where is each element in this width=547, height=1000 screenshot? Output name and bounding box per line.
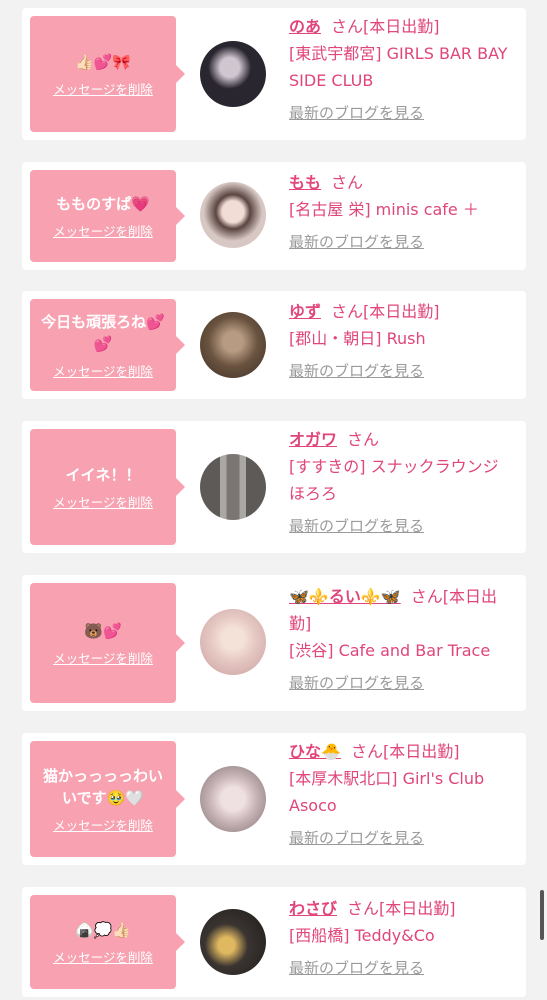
honorific: さん bbox=[331, 173, 364, 192]
name-line: オガワ さん bbox=[289, 426, 514, 453]
latest-blog-link[interactable]: 最新のブログを見る bbox=[289, 513, 514, 540]
cast-name-link[interactable]: のあ bbox=[289, 17, 321, 36]
cast-name-link[interactable]: わさび bbox=[289, 899, 337, 918]
avatar[interactable] bbox=[200, 909, 266, 975]
message-text: 🐻💕 bbox=[84, 621, 122, 640]
avatar[interactable] bbox=[200, 41, 266, 107]
list-item: もものすぱ💗 メッセージを削除 もも さん [名古屋 栄] minis cafe … bbox=[22, 162, 526, 270]
message-bubble: もものすぱ💗 メッセージを削除 bbox=[30, 170, 185, 262]
list-item: 猫かっっっっわい いです🥹🤍 メッセージを削除 ひな🐣 さん[本日出勤] [本厚木… bbox=[22, 733, 526, 865]
latest-blog-link[interactable]: 最新のブログを見る bbox=[289, 955, 514, 982]
list-item: 👍🏻💕🎀 メッセージを削除 のあ さん[本日出勤] [東武宇都宮] GIRLS B… bbox=[22, 8, 526, 140]
honorific: さん bbox=[410, 587, 443, 606]
message-bubble: 今日も頑張ろね💕 💕 メッセージを削除 bbox=[30, 299, 185, 391]
cast-name-link[interactable]: ゆず bbox=[289, 302, 321, 321]
message-bubble: 👍🏻💕🎀 メッセージを削除 bbox=[30, 16, 185, 132]
delete-message-link[interactable]: メッセージを削除 bbox=[53, 79, 153, 98]
delete-message-link[interactable]: メッセージを削除 bbox=[53, 361, 153, 380]
avatar-image bbox=[200, 182, 266, 248]
name-line: ゆず さん[本日出勤] bbox=[289, 298, 514, 325]
shop-text[interactable]: [本厚木駅北口] Girl's Club Asoco bbox=[289, 765, 514, 819]
cast-info: もも さん [名古屋 栄] minis cafe ＋ 最新のブログを見る bbox=[289, 169, 514, 256]
honorific: さん bbox=[347, 430, 380, 449]
status-text: [本日出勤] bbox=[363, 17, 440, 36]
cast-info: 🦋⚜️るい⚜️🦋 さん[本日出勤] [渋谷] Cafe and Bar Trace… bbox=[289, 583, 514, 697]
latest-blog-link[interactable]: 最新のブログを見る bbox=[289, 100, 514, 127]
message-text: 🍙💭👍🏻 bbox=[74, 920, 132, 939]
message-bubble: 猫かっっっっわい いです🥹🤍 メッセージを削除 bbox=[30, 741, 185, 857]
message-text: イイネ！！ bbox=[65, 465, 141, 484]
delete-message-link[interactable]: メッセージを削除 bbox=[53, 648, 153, 667]
list-item: 🍙💭👍🏻 メッセージを削除 わさび さん[本日出勤] [西船橋] Teddy&Co… bbox=[22, 887, 526, 997]
cast-info: オガワ さん [すすきの] スナックラウンジ ほろろ 最新のブログを見る bbox=[289, 426, 515, 540]
honorific: さん bbox=[350, 742, 383, 761]
latest-blog-link[interactable]: 最新のブログを見る bbox=[289, 670, 514, 697]
delete-message-link[interactable]: メッセージを削除 bbox=[53, 815, 153, 834]
name-line: ひな🐣 さん[本日出勤] bbox=[289, 738, 514, 765]
avatar-image bbox=[200, 454, 266, 520]
message-bubble: 🐻💕 メッセージを削除 bbox=[30, 583, 185, 703]
honorific: さん bbox=[331, 17, 364, 36]
name-line: 🦋⚜️るい⚜️🦋 さん[本日出勤] bbox=[289, 583, 514, 637]
message-bubble: 🍙💭👍🏻 メッセージを削除 bbox=[30, 895, 185, 989]
name-line: もも さん bbox=[289, 169, 514, 196]
avatar[interactable] bbox=[200, 312, 266, 378]
avatar[interactable] bbox=[200, 182, 266, 248]
message-text: 今日も頑張ろね💕 💕 bbox=[41, 312, 165, 353]
cast-info: わさび さん[本日出勤] [西船橋] Teddy&Co 最新のブログを見る bbox=[289, 895, 514, 982]
cast-info: のあ さん[本日出勤] [東武宇都宮] GIRLS BAR BAY SIDE CL… bbox=[289, 13, 514, 127]
list-item: 今日も頑張ろね💕 💕 メッセージを削除 ゆず さん[本日出勤] [郡山・朝日] R… bbox=[22, 291, 526, 399]
shop-text[interactable]: [西船橋] Teddy&Co bbox=[289, 922, 514, 949]
scrollbar[interactable] bbox=[540, 890, 544, 940]
delete-message-link[interactable]: メッセージを削除 bbox=[53, 492, 153, 511]
shop-text[interactable]: [名古屋 栄] minis cafe ＋ bbox=[289, 196, 514, 223]
cast-name-link[interactable]: ひな🐣 bbox=[289, 742, 341, 761]
status-text: [本日出勤] bbox=[382, 742, 460, 761]
latest-blog-link[interactable]: 最新のブログを見る bbox=[289, 825, 514, 852]
status-text: [本日出勤] bbox=[363, 302, 440, 321]
list-item: イイネ！！ メッセージを削除 オガワ さん [すすきの] スナックラウンジ ほろろ… bbox=[22, 421, 526, 553]
cast-name-link[interactable]: 🦋⚜️るい⚜️🦋 bbox=[289, 587, 401, 606]
status-text: [本日出勤] bbox=[379, 899, 456, 918]
shop-text[interactable]: [すすきの] スナックラウンジ ほろろ bbox=[289, 453, 515, 507]
cast-name-link[interactable]: オガワ bbox=[289, 430, 337, 449]
cast-info: ひな🐣 さん[本日出勤] [本厚木駅北口] Girl's Club Asoco 最… bbox=[289, 738, 514, 852]
name-line: のあ さん[本日出勤] bbox=[289, 13, 514, 40]
avatar-image bbox=[200, 909, 266, 975]
avatar[interactable] bbox=[200, 609, 266, 675]
avatar-image bbox=[200, 609, 266, 675]
list-item: 🐻💕 メッセージを削除 🦋⚜️るい⚜️🦋 さん[本日出勤] [渋谷] Cafe a… bbox=[22, 575, 526, 711]
message-text: 👍🏻💕🎀 bbox=[74, 52, 132, 71]
message-text: もものすぱ💗 bbox=[56, 194, 150, 213]
avatar-image bbox=[200, 312, 266, 378]
shop-text[interactable]: [渋谷] Cafe and Bar Trace bbox=[289, 637, 514, 664]
latest-blog-link[interactable]: 最新のブログを見る bbox=[289, 229, 514, 256]
avatar[interactable] bbox=[200, 454, 266, 520]
avatar-image bbox=[200, 766, 266, 832]
avatar-image bbox=[200, 41, 266, 107]
name-line: わさび さん[本日出勤] bbox=[289, 895, 514, 922]
delete-message-link[interactable]: メッセージを削除 bbox=[53, 947, 153, 966]
latest-blog-link[interactable]: 最新のブログを見る bbox=[289, 358, 514, 385]
cast-name-link[interactable]: もも bbox=[289, 173, 321, 192]
cast-info: ゆず さん[本日出勤] [郡山・朝日] Rush 最新のブログを見る bbox=[289, 298, 514, 385]
avatar[interactable] bbox=[200, 766, 266, 832]
shop-text[interactable]: [東武宇都宮] GIRLS BAR BAY SIDE CLUB bbox=[289, 40, 514, 94]
message-text: 猫かっっっっわい いです🥹🤍 bbox=[42, 766, 163, 807]
honorific: さん bbox=[347, 899, 380, 918]
honorific: さん bbox=[331, 302, 364, 321]
delete-message-link[interactable]: メッセージを削除 bbox=[53, 221, 153, 240]
message-bubble: イイネ！！ メッセージを削除 bbox=[30, 429, 185, 545]
shop-text[interactable]: [郡山・朝日] Rush bbox=[289, 325, 514, 352]
